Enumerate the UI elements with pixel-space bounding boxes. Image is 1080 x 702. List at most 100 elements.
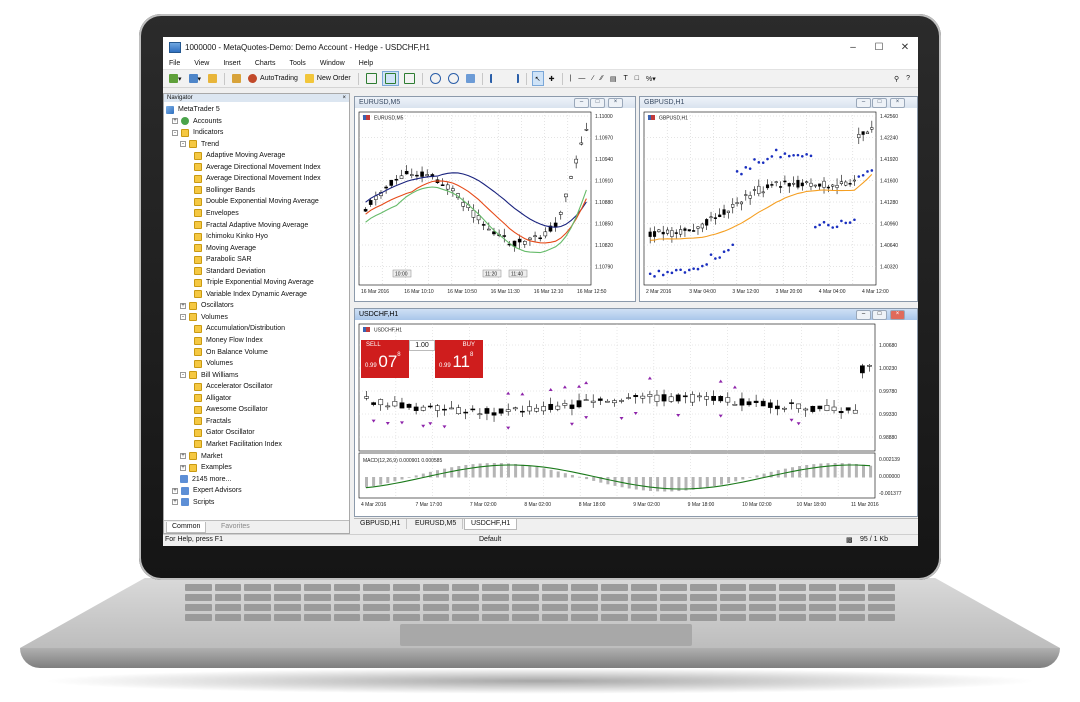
trendline-button[interactable]: ∕	[590, 72, 595, 85]
menu-window[interactable]: Window	[314, 60, 353, 67]
navigator-root[interactable]: MetaTrader 5	[166, 104, 220, 115]
chart-close-button[interactable]: ×	[890, 310, 905, 320]
bar-chart-button[interactable]	[364, 72, 379, 85]
expand-icon[interactable]: +	[180, 464, 186, 471]
expand-icon[interactable]: +	[180, 453, 186, 459]
menu-help[interactable]: Help	[353, 60, 381, 67]
indicator-item[interactable]: Average Directional Movement Index	[194, 173, 321, 184]
indicator-item[interactable]: Adaptive Moving Average	[194, 150, 285, 161]
navigator-volumes[interactable]: - Volumes	[180, 312, 228, 323]
indicator-item[interactable]: Variable Index Dynamic Average	[194, 289, 307, 300]
navigator-expert-advisors[interactable]: + Expert Advisors	[172, 485, 242, 496]
indicator-item[interactable]: Alligator	[194, 393, 231, 404]
search-button[interactable]: ⚲	[892, 72, 901, 85]
metaeditor-button[interactable]	[230, 72, 243, 85]
navigator-close-icon[interactable]: ×	[342, 94, 346, 102]
indicator-item[interactable]: Parabolic SAR	[194, 254, 252, 265]
menu-insert[interactable]: Insert	[217, 60, 249, 67]
cursor-button[interactable]: ↖	[531, 71, 544, 86]
expand-icon[interactable]: +	[172, 118, 178, 125]
crosshair-button[interactable]: ✚	[547, 72, 557, 85]
navigator-examples[interactable]: + Examples	[180, 462, 232, 473]
chart-window-usdchf[interactable]: USDCHF,H1 – □ × 1.00680 1.00230 0.99780 0.9…	[354, 308, 918, 517]
indicator-item[interactable]: Bollinger Bands	[194, 185, 255, 196]
new-order-button[interactable]: New Order	[303, 72, 353, 85]
collapse-icon[interactable]: -	[172, 129, 178, 136]
chart-maximize-button[interactable]: □	[590, 98, 605, 108]
indicator-item[interactable]: Envelopes	[194, 208, 239, 219]
tab-common[interactable]: Common	[166, 522, 207, 533]
fibo-button[interactable]: ▤	[608, 72, 619, 85]
tile-windows-button[interactable]	[464, 72, 477, 85]
text-button[interactable]: T	[621, 72, 629, 85]
navigator-bill-williams[interactable]: - Bill Williams	[180, 370, 238, 381]
market-watch-button[interactable]	[206, 72, 219, 85]
indicator-item[interactable]: Ichimoku Kinko Hyo	[194, 231, 268, 242]
expand-icon[interactable]: +	[172, 487, 178, 494]
profiles-button[interactable]: ▾	[187, 72, 204, 85]
indicators-button[interactable]: %▾	[644, 72, 658, 85]
indicator-item[interactable]: Gator Oscillator	[194, 427, 255, 438]
chart-window-gbpusd[interactable]: GBPUSD,H1 – □ × 1.42560 1.42240 1.41920 1.4…	[639, 96, 918, 302]
shapes-button[interactable]: □	[633, 72, 641, 85]
indicator-item[interactable]: Awesome Oscillator	[194, 404, 268, 415]
indicator-item[interactable]: Accelerator Oscillator	[194, 381, 273, 392]
chart-close-button[interactable]: ×	[608, 98, 623, 108]
indicator-item[interactable]: Average Directional Movement Index	[194, 162, 321, 173]
gbpusd-chart[interactable]: 1.42560 1.42240 1.41920 1.41600 1.41280 1.409…	[640, 108, 917, 301]
volume-field[interactable]: 1.00	[409, 340, 435, 351]
tab-gbpusd[interactable]: GBPUSD,H1	[354, 519, 408, 529]
chart-maximize-button[interactable]: □	[872, 98, 887, 108]
autoscroll-button[interactable]	[488, 72, 503, 85]
candlestick-button[interactable]	[381, 71, 399, 86]
indicator-item[interactable]: Money Flow Index	[194, 335, 263, 346]
menu-file[interactable]: File	[163, 60, 188, 67]
menu-tools[interactable]: Tools	[283, 60, 313, 67]
zoom-out-button[interactable]	[446, 72, 461, 85]
navigator-accounts[interactable]: + Accounts	[172, 116, 222, 127]
menu-view[interactable]: View	[188, 60, 217, 67]
maximize-button[interactable]: ☐	[866, 37, 892, 58]
new-chart-button[interactable]: ▾	[167, 72, 184, 85]
chart-close-button[interactable]: ×	[890, 98, 905, 108]
zoom-in-button[interactable]	[428, 72, 443, 85]
tab-usdchf[interactable]: USDCHF,H1	[464, 519, 518, 530]
tab-favorites[interactable]: Favorites	[216, 522, 255, 532]
vertical-line-button[interactable]: |	[568, 72, 574, 85]
chart-minimize-button[interactable]: –	[574, 98, 589, 108]
indicator-item[interactable]: Double Exponential Moving Average	[194, 196, 319, 207]
collapse-icon[interactable]: -	[180, 372, 186, 379]
indicator-item[interactable]: Volumes	[194, 358, 233, 369]
indicator-item[interactable]: Market Facilitation Index	[194, 439, 282, 450]
indicator-item[interactable]: On Balance Volume	[194, 347, 268, 358]
navigator-market[interactable]: + Market	[180, 451, 222, 462]
close-button[interactable]: ✕	[892, 37, 918, 58]
chart-shift-button[interactable]	[506, 72, 521, 85]
indicator-item[interactable]: Moving Average	[194, 243, 256, 254]
expand-icon[interactable]: +	[172, 499, 178, 506]
channel-button[interactable]: ∕∕	[599, 72, 605, 85]
navigator-indicators[interactable]: - Indicators	[172, 127, 223, 138]
navigator-scripts[interactable]: + Scripts	[172, 497, 214, 508]
minimize-button[interactable]: –	[840, 37, 866, 58]
menu-charts[interactable]: Charts	[249, 60, 284, 67]
autotrading-button[interactable]: AutoTrading	[246, 72, 300, 85]
collapse-icon[interactable]: -	[180, 141, 186, 148]
sell-button[interactable]: SELL 0.99 078	[361, 340, 409, 378]
collapse-icon[interactable]: -	[180, 314, 186, 321]
indicator-item[interactable]: Standard Deviation	[194, 266, 266, 277]
buy-button[interactable]: BUY 0.99 118	[435, 340, 483, 378]
expand-icon[interactable]: +	[180, 302, 186, 309]
line-chart-button[interactable]	[402, 72, 417, 85]
indicator-item[interactable]: Triple Exponential Moving Average	[194, 277, 314, 288]
navigator-more[interactable]: 2145 more...	[180, 474, 231, 485]
eurusd-chart[interactable]: 1.11000 1.10970 1.10940 1.10910 1.10880 1.108…	[355, 108, 635, 301]
navigator-trend[interactable]: - Trend	[180, 139, 219, 150]
chart-minimize-button[interactable]: –	[856, 310, 871, 320]
indicator-item[interactable]: Accumulation/Distribution	[194, 323, 285, 334]
help-button[interactable]: ?	[904, 72, 912, 85]
chart-minimize-button[interactable]: –	[856, 98, 871, 108]
horizontal-line-button[interactable]: —	[576, 72, 587, 85]
chart-maximize-button[interactable]: □	[872, 310, 887, 320]
chart-window-eurusd[interactable]: EURUSD,M5 – □ × 1.11000 1.10970 1.10940 1.1…	[354, 96, 636, 302]
